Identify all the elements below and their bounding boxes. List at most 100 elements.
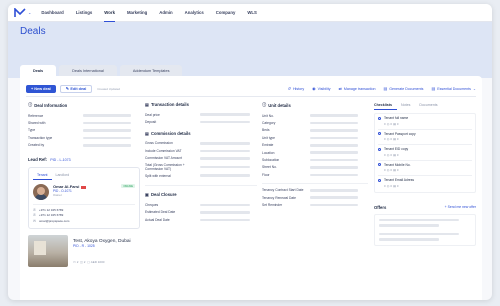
history-link[interactable]: ↺ History (288, 86, 305, 91)
field-row: Set Reminder (262, 201, 368, 208)
checkbox[interactable] (378, 116, 381, 120)
generate-documents-link[interactable]: ▤ Generate Documents (383, 86, 423, 91)
page-title: Deals (20, 26, 46, 37)
field-row: Split with external (145, 172, 257, 179)
listing-meta: ▭ 2 ◫ 2 ▢ AED 1000 (73, 260, 131, 264)
nav-item-analytics[interactable]: Analytics (185, 4, 204, 22)
brand-logo-icon[interactable] (14, 7, 26, 18)
document-icon: ▤ (383, 86, 388, 91)
tab-deals-international[interactable]: Deals International (59, 65, 117, 76)
info-icon: ⓘ (262, 102, 267, 107)
checkbox[interactable] (378, 163, 381, 167)
send-offer-link[interactable]: + Send me new offer (445, 205, 476, 209)
checklist-item[interactable]: Tenant Email Adress 0 ◎ 0 ▤ 0 (378, 176, 472, 192)
nav-item-admin[interactable]: Admin (159, 4, 172, 22)
document-icon: ▤ (145, 102, 149, 107)
field-label: Gross Commission (145, 141, 173, 146)
avatar (33, 183, 49, 200)
field-row: Created by (28, 142, 140, 149)
unit-details-column: ⓘ Unit details Unit No. Category Beds Uni… (262, 102, 368, 209)
listing-pid[interactable]: PID - R - 1025 (73, 244, 131, 248)
nav-item-dashboard[interactable]: Dashboard (41, 4, 63, 22)
contact-email[interactable]: ✉ omar@propspace.com (33, 218, 135, 224)
deal-content-panel: + New deal ✎ Edit deal Created Updated ↺… (20, 76, 482, 300)
field-row: Actual Deal Date (145, 216, 257, 223)
checklist-item-title: Tenant full name (384, 116, 409, 120)
listing-card[interactable]: Test, Akoya Oxygen, Dubai PID - R - 1025… (28, 234, 140, 267)
checklist-item-title: Tenant EID copy (384, 147, 409, 151)
nav-item-marketing[interactable]: Marketing (127, 4, 147, 22)
checklist-list: Tenant full name 0 ◎ 0 ▤ 0 Tenant Passpor… (374, 113, 476, 193)
checklist-tabs: Checklists Notes Documents (374, 102, 476, 110)
field-label: Total (Gross Commission + Commission VAT… (145, 162, 185, 171)
phone-icon: ✆ (33, 213, 36, 218)
chevron-down-icon[interactable]: ⌄ (28, 10, 31, 15)
transaction-icon: ⇄ (338, 86, 342, 91)
commission-details-title: ▤ Commission details (145, 131, 257, 136)
checklist-item[interactable]: Tenant Passport copy 0 ◎ 0 ▤ 0 (378, 130, 472, 145)
checklist-item[interactable]: Tenant full name 0 ◎ 0 ▤ 0 (378, 114, 472, 130)
unit-details-label: Unit details (268, 102, 291, 108)
field-row: Deal price (145, 111, 257, 118)
bath-icon: ◫ (80, 259, 83, 264)
tab-tenant[interactable]: Tenant (33, 171, 52, 180)
checklist-item[interactable]: Tenant EID copy 0 ◎ 0 ▤ 0 (378, 145, 472, 161)
nav-item-work[interactable]: Work (104, 4, 115, 22)
listing-beds: 2 (76, 259, 79, 264)
action-bar: + New deal ✎ Edit deal Created Updated ↺… (26, 84, 476, 93)
field-label: Deal price (145, 112, 160, 117)
checkbox[interactable] (378, 147, 381, 151)
visibility-link[interactable]: ◉ Visibility (312, 86, 330, 91)
listing-title[interactable]: Test, Akoya Oxygen, Dubai (73, 239, 131, 244)
field-row: Deposit (145, 118, 257, 125)
tab-addendum-templates[interactable]: Addendum Templates (119, 65, 183, 76)
contact-value: +971 12 345 6789 (39, 207, 64, 212)
transaction-column: ▤ Transaction details Deal price Deposit … (145, 102, 257, 224)
edit-deal-button[interactable]: ✎ Edit deal (59, 84, 93, 93)
chevron-down-icon: ⌄ (472, 86, 476, 91)
field-row: Shared with (28, 119, 140, 126)
owner-summary: Omar Al-Farsi ONLINE PID - O-1071 Owner (33, 183, 135, 200)
manage-transaction-link[interactable]: ⇄ Manage transaction (339, 86, 376, 91)
transaction-details-title: ▤ Transaction details (145, 102, 257, 107)
nav-item-listings[interactable]: Listings (76, 4, 92, 22)
lead-ref-pid[interactable]: PID - L-1073 (50, 158, 70, 162)
tab-checklists[interactable]: Checklists (374, 102, 397, 110)
checklist-item-title: Tenant Mobile No. (384, 162, 411, 167)
field-value-placeholder (200, 113, 250, 116)
tab-documents[interactable]: Documents (419, 102, 442, 110)
page-tabs: Deals Deals International Addendum Templ… (20, 65, 185, 76)
offers-title: Offers (374, 204, 387, 210)
visibility-label: Visibility (317, 86, 331, 91)
field-value-placeholder (83, 143, 131, 147)
field-value-placeholder (83, 114, 131, 117)
field-label: Estimated Deal Date (145, 210, 176, 215)
field-value-placeholder (310, 151, 358, 154)
field-row: Estimated Deal Date (145, 209, 257, 216)
field-value-placeholder (310, 143, 358, 147)
checkbox[interactable] (378, 132, 381, 136)
field-label: Street No. (262, 165, 277, 170)
field-label: Include Commission VAT (145, 148, 182, 153)
document-icon: ▤ (145, 130, 149, 136)
field-label: Shared with (28, 121, 46, 126)
nav-item-company[interactable]: Company (216, 4, 236, 22)
tab-deals[interactable]: Deals (20, 65, 57, 76)
field-value-placeholder (200, 203, 250, 207)
new-deal-button[interactable]: + New deal (26, 84, 56, 93)
phone-icon: ✆ (33, 207, 36, 212)
essential-documents-link[interactable]: ▤ Essential Documents ⌄ (431, 86, 476, 91)
nav-item-wls[interactable]: WLS (247, 4, 257, 22)
info-icon: ⓘ (28, 102, 33, 107)
field-row: Transaction type (28, 134, 140, 141)
field-label: Created by (28, 143, 45, 148)
checklist-item[interactable]: Tenant Mobile No. 0 ◎ 0 ▤ 0 (378, 161, 472, 176)
tab-landlord[interactable]: Landlord (52, 171, 74, 180)
field-value-placeholder (200, 174, 250, 177)
checklist-item-meta: 0 ◎ 0 ▤ 0 (384, 152, 399, 157)
field-label: Transaction type (28, 135, 53, 140)
checkbox[interactable] (378, 178, 381, 182)
checklist-item-meta: 0 ◎ 0 ▤ 0 (384, 183, 399, 188)
field-label: Emirate (262, 143, 274, 148)
tab-notes[interactable]: Notes (401, 102, 415, 110)
